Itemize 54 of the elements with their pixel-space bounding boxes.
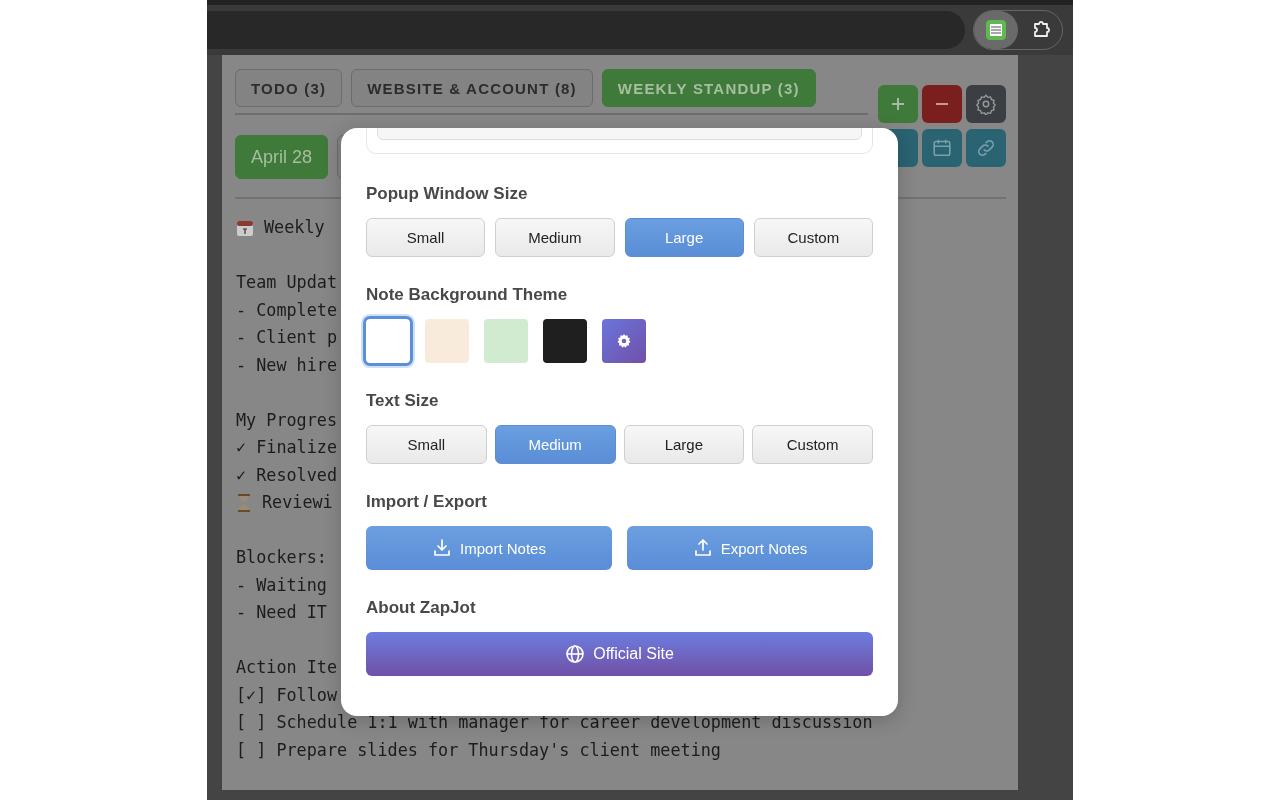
note-line: ✓ Finalize	[236, 436, 338, 459]
theme-swatch[interactable]	[543, 319, 587, 363]
theme-swatch[interactable]	[484, 319, 528, 363]
option-button[interactable]: Custom	[752, 425, 873, 464]
download-icon	[432, 538, 453, 558]
theme-swatch[interactable]	[425, 319, 469, 363]
section-heading: Popup Window Size	[366, 184, 529, 204]
note-line: [ ] Prepare slides for Thursday's client meeting	[236, 738, 721, 762]
settings-icon	[975, 93, 997, 115]
category-tab[interactable]: WEEKLY STANDUP (3)	[601, 69, 816, 107]
date-button[interactable]: April 28	[235, 135, 329, 179]
note-line: Reviewi	[262, 491, 333, 514]
option-button[interactable]: Custom	[753, 218, 873, 257]
custom-theme-button[interactable]	[602, 319, 646, 363]
link-icon	[975, 137, 997, 159]
official-site-button[interactable]: Official Site	[366, 632, 873, 676]
option-button[interactable]: Medium	[494, 425, 616, 464]
section-heading: Import / Export	[366, 492, 488, 512]
option-button[interactable]: Small	[366, 218, 486, 257]
section-heading: About ZapJot	[366, 598, 477, 618]
note-line: Weekly	[264, 216, 325, 239]
option-button[interactable]: Small	[366, 425, 487, 464]
category-tab[interactable]: WEBSITE & ACCOUNT (8)	[351, 69, 593, 107]
note-line: ✓ Resolved	[236, 463, 338, 487]
note-line: Action Ite	[236, 656, 338, 679]
hourglass-icon	[236, 493, 252, 512]
note-line: Blockers:	[236, 546, 327, 569]
calendar-icon	[236, 218, 254, 237]
note-line: My Progres	[236, 408, 338, 432]
note-line: - Waiting	[236, 573, 327, 597]
note-line: [✓] Follow	[236, 683, 338, 707]
file-action-button[interactable]: Import Notes	[366, 526, 612, 570]
note-line: - Client p	[236, 326, 338, 349]
option-button[interactable]: Medium	[495, 218, 615, 257]
plus-icon	[891, 97, 905, 111]
note-line: - New hire	[236, 353, 338, 377]
note-line: Team Updat	[236, 271, 338, 294]
note-line: - Need IT	[236, 601, 327, 624]
file-action-button[interactable]: Export Notes	[627, 526, 873, 570]
section-heading: Text Size	[366, 391, 440, 411]
category-tab[interactable]: TODO (3)	[235, 69, 343, 107]
note-line: - Complete	[236, 298, 338, 322]
link-button[interactable]	[966, 129, 1006, 167]
upload-icon	[692, 538, 713, 558]
calendar-icon	[931, 137, 953, 159]
option-button[interactable]: Large	[623, 425, 745, 464]
globe-icon	[565, 644, 586, 664]
gear-icon	[616, 333, 632, 349]
option-button[interactable]: Large	[624, 218, 744, 257]
notes-extension-icon[interactable]	[974, 11, 1018, 49]
add-button[interactable]	[878, 85, 918, 123]
remove-button[interactable]	[922, 85, 962, 123]
settings-button[interactable]	[966, 85, 1006, 123]
section-heading: Note Background Theme	[366, 285, 569, 305]
